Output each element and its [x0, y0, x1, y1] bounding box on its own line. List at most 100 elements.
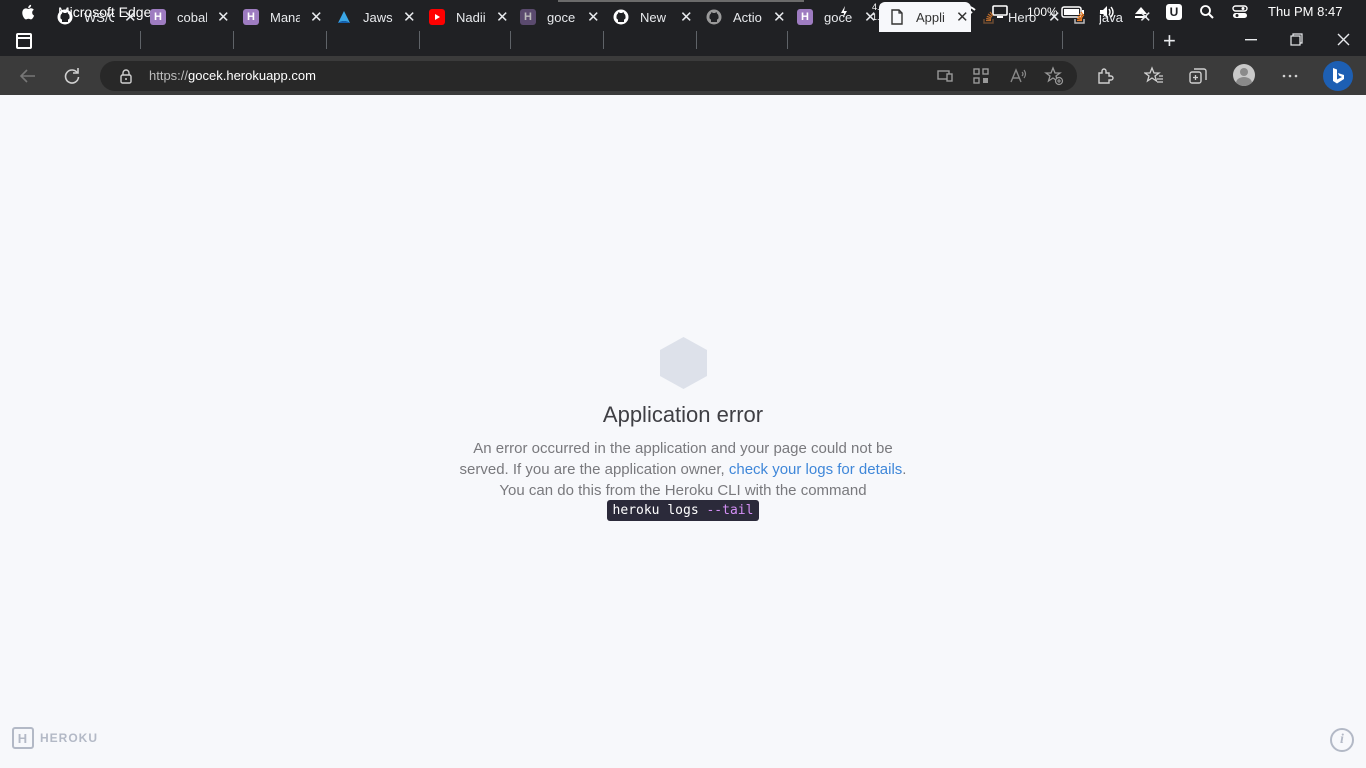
u-badge-icon[interactable]: U	[1166, 4, 1182, 20]
extensions-icon[interactable]	[1095, 66, 1115, 86]
url-scheme: https://	[149, 68, 189, 83]
tab-close-icon[interactable]: ✕	[1139, 8, 1152, 26]
tab-separator	[1062, 31, 1063, 49]
bing-copilot-icon[interactable]	[1323, 61, 1353, 91]
minimize-icon[interactable]	[1245, 39, 1257, 41]
tab-separator	[233, 31, 234, 49]
tab-label: WS/C	[84, 9, 114, 25]
tab-separator	[603, 31, 604, 49]
tab-cobal[interactable]: H cobal ✕	[140, 4, 233, 30]
menubar-clock[interactable]: Thu PM 8:47	[1268, 4, 1342, 19]
info-icon[interactable]: i	[1330, 728, 1354, 752]
tab-ws[interactable]: WS/C ✕	[47, 4, 140, 30]
browser-toolbar: https://gocek.herokuapp.com	[0, 56, 1366, 95]
github-icon	[613, 9, 629, 25]
tab-separator	[140, 31, 141, 49]
cli-command: heroku logs --tail	[606, 500, 760, 521]
stackoverflow-icon	[1072, 9, 1088, 25]
github-icon	[706, 9, 722, 25]
heroku-icon: H	[150, 9, 166, 25]
tab-mana[interactable]: H Mana ✕	[233, 4, 326, 30]
youtube-icon	[429, 9, 445, 25]
tab-separator	[419, 31, 420, 49]
check-logs-link[interactable]: check your logs for details	[729, 461, 902, 478]
tab-new[interactable]: New ✕	[603, 4, 696, 30]
tab-close-icon[interactable]: ✕	[680, 8, 693, 26]
address-bar[interactable]: https://gocek.herokuapp.com	[100, 61, 1077, 91]
close-window-icon[interactable]	[1337, 33, 1350, 46]
heroku-logo-text: HEROKU	[40, 731, 99, 745]
tab-label: cobal	[177, 9, 207, 25]
collections-icon[interactable]	[1188, 66, 1208, 86]
profile-avatar[interactable]	[1233, 64, 1255, 86]
tab-separator	[1153, 31, 1154, 49]
tab-label: Appli	[916, 9, 945, 25]
heroku-logo-mark: H	[12, 727, 34, 749]
tab-separator	[696, 31, 697, 49]
hexagon-icon	[660, 337, 707, 389]
heroku-icon: H	[520, 9, 536, 25]
command-wrapper: heroku logs --tail	[0, 500, 1366, 521]
tab-actio[interactable]: Actio ✕	[696, 4, 787, 30]
tab-close-icon[interactable]: ✕	[217, 8, 230, 26]
jaws-icon	[336, 9, 352, 25]
page-icon	[889, 9, 905, 25]
tab-close-icon[interactable]: ✕	[403, 8, 416, 26]
tab-separator	[510, 31, 511, 49]
tab-label: java	[1099, 9, 1123, 25]
tab-close-icon[interactable]: ✕	[587, 8, 600, 26]
qr-code-icon[interactable]	[971, 66, 991, 86]
tab-label: Actio	[733, 9, 762, 25]
add-favorite-icon[interactable]	[1044, 66, 1064, 86]
tab-close-icon[interactable]: ✕	[124, 8, 137, 26]
tab-hero[interactable]: Hero ✕	[971, 4, 1062, 30]
tab-goce-1[interactable]: H goce ✕	[510, 4, 603, 30]
more-options-icon[interactable]	[1280, 66, 1300, 86]
tab-label: goce	[547, 9, 576, 25]
tab-label: New	[640, 9, 667, 25]
read-aloud-icon[interactable]	[1008, 66, 1028, 86]
refresh-icon[interactable]	[62, 66, 82, 86]
tab-label: goce	[824, 9, 853, 25]
tab-label: JawsI	[363, 9, 393, 25]
tab-jaws[interactable]: JawsI ✕	[326, 4, 419, 30]
tab-separator	[787, 31, 788, 49]
spotlight-search-icon[interactable]	[1199, 4, 1215, 20]
tab-close-icon[interactable]: ✕	[310, 8, 323, 26]
tab-close-icon[interactable]: ✕	[956, 8, 969, 26]
page-content: Application error An error occurred in t…	[0, 95, 1366, 768]
tab-separator	[326, 31, 327, 49]
cli-command-flag: --tail	[706, 503, 754, 518]
lock-icon[interactable]	[118, 68, 134, 84]
tab-label: Hero	[1008, 9, 1037, 25]
error-title: Application error	[602, 402, 764, 427]
tab-close-icon[interactable]: ✕	[864, 8, 877, 26]
heroku-logo[interactable]: H HEROKU	[12, 727, 98, 749]
error-message: An error occurred in the application and…	[450, 438, 916, 501]
heroku-icon: H	[243, 9, 259, 25]
tab-close-icon[interactable]: ✕	[773, 8, 786, 26]
restore-icon[interactable]	[1290, 33, 1303, 46]
tab-application-error[interactable]: Appli ✕	[879, 2, 971, 32]
tab-goce-2[interactable]: H goce ✕	[787, 4, 878, 30]
url-text[interactable]: https://gocek.herokuapp.com	[149, 68, 316, 83]
tab-label: Nadii	[456, 9, 486, 25]
favorites-icon[interactable]	[1144, 66, 1164, 86]
github-icon	[57, 9, 73, 25]
tab-close-icon[interactable]: ✕	[1048, 8, 1061, 26]
tab-actions-icon[interactable]	[16, 33, 32, 49]
heroku-icon: H	[797, 9, 813, 25]
tab-label: Mana	[270, 9, 300, 25]
control-center-icon[interactable]	[1232, 4, 1248, 20]
new-tab-button[interactable]: +	[1163, 28, 1176, 54]
cli-command-main: heroku logs	[612, 503, 707, 518]
tab-java[interactable]: java ✕	[1062, 4, 1153, 30]
stackoverflow-icon	[981, 9, 997, 25]
back-icon[interactable]	[18, 66, 38, 86]
apple-icon[interactable]	[21, 3, 37, 21]
menu-bar-indicator	[558, 0, 804, 2]
url-host: gocek.herokuapp.com	[188, 68, 316, 83]
tab-nadi[interactable]: Nadii ✕	[419, 4, 510, 30]
tab-close-icon[interactable]: ✕	[496, 8, 509, 26]
app-available-icon[interactable]	[935, 66, 955, 86]
